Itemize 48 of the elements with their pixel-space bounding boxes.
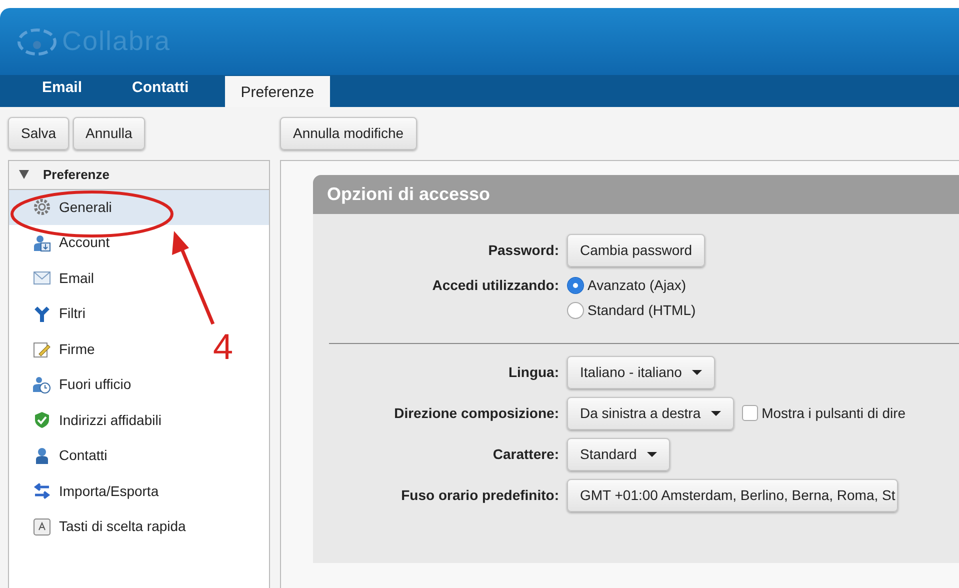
field-label: Lingua: (507, 362, 559, 382)
person-icon (33, 446, 51, 465)
person-download-icon (33, 234, 51, 252)
sidebar-item[interactable]: Email (33, 260, 98, 296)
radio-label: Standard (HTML) (588, 300, 696, 320)
radio-label: Avanzato (Ajax) (588, 276, 686, 295)
fork-icon (33, 304, 51, 323)
sidebar-item[interactable]: Indirizzi affidabili (33, 402, 166, 438)
annotation-number: 4 (213, 329, 234, 365)
logo-icon (16, 26, 58, 56)
section-title: Preferenze (43, 166, 110, 184)
toolbar-button[interactable]: Annulla (72, 117, 146, 150)
sidebar-item[interactable]: Generali (33, 190, 116, 225)
sidebar-item[interactable]: Contatti (33, 438, 112, 474)
checkbox[interactable] (742, 405, 758, 421)
checkbox-label: Mostra i pulsanti di dire (762, 404, 906, 423)
field-label: Accedi utilizzando: (431, 276, 559, 295)
envelope-icon (33, 269, 51, 288)
gear-icon (33, 198, 51, 216)
sidebar-item[interactable]: Account (33, 225, 114, 260)
two-arrows-icon (33, 482, 51, 500)
shield-check-icon (33, 411, 51, 430)
dropdown[interactable]: GMT +01:00 Amsterdam, Berlino, Berna, Roma, St (567, 478, 898, 512)
dropdown[interactable]: Da sinistra a destra (567, 396, 734, 430)
dropdown[interactable]: Italiano - italiano (567, 356, 715, 388)
sidebar-item[interactable]: Tasti di scelta rapida (33, 509, 190, 544)
tab[interactable]: Email (20, 72, 104, 107)
tab[interactable]: Preferenze (224, 76, 330, 107)
panel-title: Opzioni di accesso (313, 175, 959, 214)
toolbar-button[interactable]: Salva (8, 117, 70, 150)
sidebar-item[interactable]: Importa/Esporta (33, 474, 163, 509)
dropdown[interactable]: Standard (567, 438, 670, 470)
document-pen-icon (33, 340, 51, 358)
field-label: Password: (487, 241, 559, 260)
field-label: Direzione composizione: (393, 404, 559, 423)
field-label: Fuso orario predefinito: (400, 486, 559, 505)
person-clock-icon (33, 376, 51, 394)
key-a-icon (33, 518, 51, 536)
change-password-button[interactable]: Cambia password (567, 234, 706, 267)
radio-button[interactable] (567, 277, 584, 294)
sidebar-item[interactable]: Fuori ufficio (33, 367, 136, 402)
tab[interactable]: Contatti (110, 72, 211, 107)
sidebar-item[interactable]: Firme (33, 332, 99, 367)
expand-triangle-icon[interactable] (19, 170, 29, 180)
radio-button[interactable] (567, 302, 584, 318)
toolbar-button[interactable]: Annulla modifiche (280, 117, 417, 150)
field-label: Carattere: (492, 444, 559, 464)
sidebar-item[interactable]: Filtri (33, 296, 90, 332)
